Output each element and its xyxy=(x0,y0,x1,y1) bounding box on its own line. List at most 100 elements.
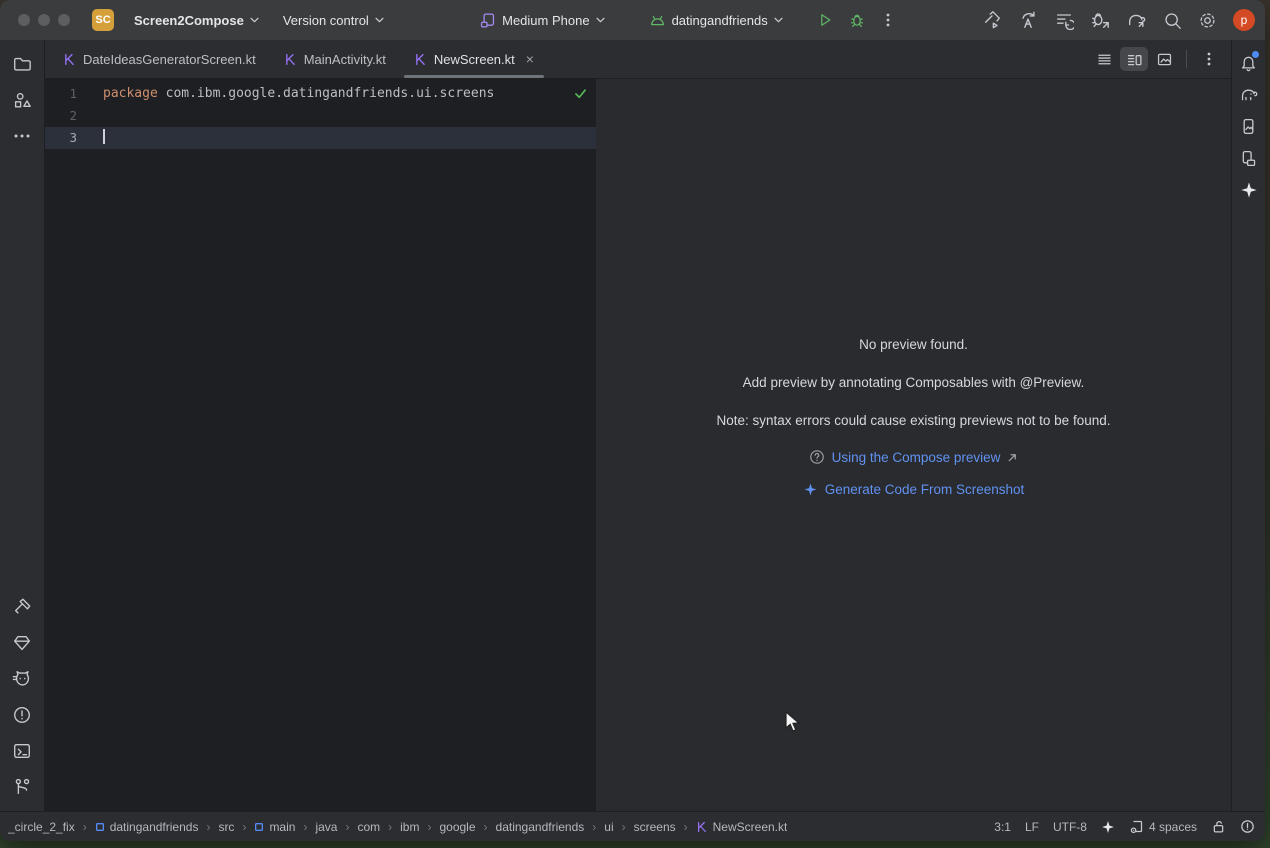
line-number[interactable]: 3 xyxy=(45,127,103,149)
breadcrumb-item[interactable]: src xyxy=(218,820,234,834)
breadcrumb-item[interactable]: main xyxy=(254,820,295,834)
breadcrumb-label: NewScreen.kt xyxy=(713,820,788,834)
close-tab-icon[interactable]: × xyxy=(526,52,534,66)
project-tool-button[interactable] xyxy=(6,48,38,80)
error-status-icon[interactable] xyxy=(1240,819,1255,834)
line-number[interactable]: 2 xyxy=(45,105,103,127)
breadcrumb-label: ibm xyxy=(400,820,419,834)
refresh-a-icon xyxy=(1018,10,1038,30)
design-view-button[interactable] xyxy=(1150,47,1178,71)
version-control-menu[interactable]: Version control xyxy=(275,9,392,32)
code-view-icon xyxy=(1096,51,1113,68)
chevron-down-icon xyxy=(774,17,783,23)
debug-button[interactable] xyxy=(845,8,869,32)
ai-sparkle-icon[interactable] xyxy=(1101,820,1115,834)
attach-debugger-button[interactable] xyxy=(1086,6,1114,34)
close-window-button[interactable] xyxy=(18,14,30,26)
tab-dateideasgeneratorscreen[interactable]: DateIdeasGeneratorScreen.kt xyxy=(49,40,270,78)
breadcrumb-item[interactable]: ibm xyxy=(400,820,419,834)
code-view-button[interactable] xyxy=(1090,47,1118,71)
user-avatar[interactable]: p xyxy=(1233,9,1255,31)
divider xyxy=(1186,50,1187,68)
build-run-button[interactable] xyxy=(978,6,1006,34)
caret-position-widget[interactable]: 3:1 xyxy=(994,820,1011,834)
minimize-window-button[interactable] xyxy=(38,14,50,26)
search-everywhere-button[interactable] xyxy=(1159,7,1186,34)
build-tool-button[interactable] xyxy=(6,591,38,623)
apply-code-changes-button[interactable] xyxy=(1050,6,1078,34)
split-workspace: 1 package com.ibm.google.datingandfriend… xyxy=(45,79,1231,811)
version-control-tool-button[interactable] xyxy=(6,771,38,803)
breadcrumb-separator: › xyxy=(345,820,349,834)
lines-revert-icon xyxy=(1054,10,1074,30)
breadcrumb-item[interactable]: _circle_2_fix xyxy=(8,820,75,834)
more-tool-windows-button[interactable] xyxy=(6,120,38,152)
breadcrumb-item[interactable]: datingandfriends xyxy=(95,820,199,834)
right-tool-stripe xyxy=(1231,40,1265,811)
breadcrumb-item[interactable]: ui xyxy=(604,820,613,834)
shapes-icon xyxy=(12,90,32,110)
run-config-name: datingandfriends xyxy=(672,13,768,28)
split-view-button[interactable] xyxy=(1120,47,1148,71)
breadcrumb-item[interactable]: datingandfriends xyxy=(496,820,585,834)
run-button[interactable] xyxy=(813,8,837,32)
code-editor[interactable]: 1 package com.ibm.google.datingandfriend… xyxy=(45,79,596,811)
breadcrumb: _circle_2_fix › datingandfriends › src ›… xyxy=(8,820,787,834)
inspection-ok-icon[interactable] xyxy=(573,86,588,101)
project-selector[interactable]: Screen2Compose xyxy=(126,9,267,32)
device-selector[interactable]: Medium Phone xyxy=(471,8,612,33)
run-configuration-selector[interactable]: datingandfriends xyxy=(641,9,791,32)
main-area: DateIdeasGeneratorScreen.kt MainActivity… xyxy=(0,40,1265,811)
indent-widget[interactable]: 4 spaces xyxy=(1129,819,1197,834)
status-bar: _circle_2_fix › datingandfriends › src ›… xyxy=(0,811,1265,841)
breadcrumb-item[interactable]: java xyxy=(315,820,337,834)
preview-empty-state: No preview found. Add preview by annotat… xyxy=(596,79,1231,497)
preview-message-primary: No preview found. xyxy=(596,335,1231,355)
terminal-button[interactable] xyxy=(6,735,38,767)
app-quality-insights-button[interactable] xyxy=(6,627,38,659)
encoding-widget[interactable]: UTF-8 xyxy=(1053,820,1087,834)
tab-label: NewScreen.kt xyxy=(434,52,515,67)
tab-mainactivity[interactable]: MainActivity.kt xyxy=(270,40,400,78)
breadcrumb-item-file[interactable]: NewScreen.kt xyxy=(696,820,788,834)
resource-manager-button[interactable] xyxy=(6,84,38,116)
split-view-icon xyxy=(1126,51,1143,68)
more-run-actions-button[interactable] xyxy=(877,8,899,32)
gradle-sync-button[interactable] xyxy=(1122,6,1151,34)
gem-icon xyxy=(12,633,32,653)
breadcrumb-item[interactable]: screens xyxy=(634,820,676,834)
breadcrumb-label: google xyxy=(439,820,475,834)
module-icon xyxy=(95,822,105,832)
editor-options-button[interactable] xyxy=(1195,47,1223,71)
indent-config-icon xyxy=(1129,819,1144,834)
notifications-button[interactable] xyxy=(1235,48,1263,76)
window-controls xyxy=(18,14,70,26)
gradle-tool-button[interactable] xyxy=(1235,80,1263,108)
problems-button[interactable] xyxy=(6,699,38,731)
logcat-button[interactable] xyxy=(6,663,38,695)
preview-message-secondary: Add preview by annotating Composables wi… xyxy=(596,373,1231,393)
tab-label: DateIdeasGeneratorScreen.kt xyxy=(83,52,256,67)
zoom-window-button[interactable] xyxy=(58,14,70,26)
more-vertical-icon xyxy=(881,12,895,28)
line-number[interactable]: 1 xyxy=(45,83,103,105)
generate-code-link[interactable]: Generate Code From Screenshot xyxy=(825,482,1025,497)
line-ending-widget[interactable]: LF xyxy=(1025,820,1039,834)
breadcrumb-item[interactable]: google xyxy=(439,820,475,834)
apply-changes-button[interactable] xyxy=(1014,6,1042,34)
device-manager-button[interactable] xyxy=(1235,144,1263,172)
breadcrumb-separator: › xyxy=(83,820,87,834)
gear-icon xyxy=(1198,11,1217,30)
compose-preview-panel: No preview found. Add preview by annotat… xyxy=(596,79,1231,811)
kotlin-file-icon xyxy=(284,53,297,66)
code-text: com.ibm.google.datingandfriends.ui.scree… xyxy=(158,86,495,101)
running-devices-button[interactable] xyxy=(1235,112,1263,140)
code-line-3-current: 3 xyxy=(45,127,596,149)
breadcrumb-item[interactable]: com xyxy=(357,820,380,834)
unlocked-icon[interactable] xyxy=(1211,819,1226,834)
tab-newscreen[interactable]: NewScreen.kt × xyxy=(400,40,548,78)
play-icon xyxy=(817,12,833,28)
gemini-button[interactable] xyxy=(1235,176,1263,204)
compose-preview-help-link[interactable]: Using the Compose preview xyxy=(832,450,1001,465)
settings-button[interactable] xyxy=(1194,7,1221,34)
